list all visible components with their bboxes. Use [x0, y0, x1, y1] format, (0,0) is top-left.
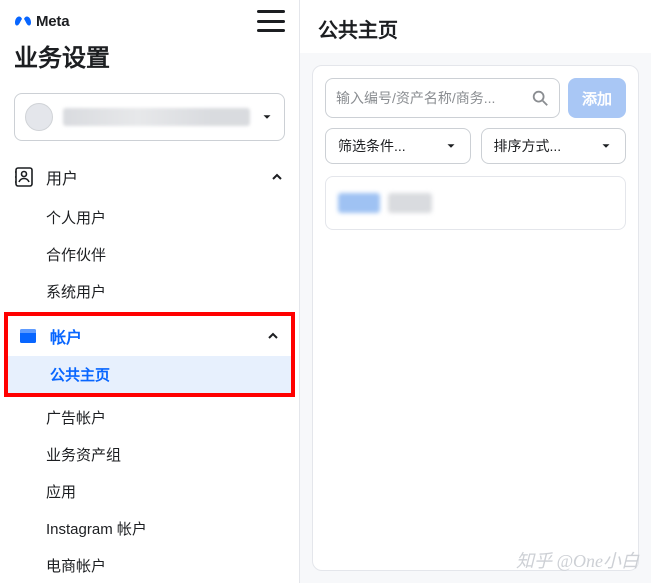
add-button[interactable]: 添加 [568, 78, 626, 118]
nav-item-apps[interactable]: 应用 [0, 473, 299, 510]
sidebar: Meta 业务设置 用户 个人用户 合作伙伴 系统用户 [0, 0, 300, 583]
list-item-thumb-redacted [338, 193, 380, 213]
avatar [25, 103, 53, 131]
search-box[interactable] [325, 78, 560, 118]
nav-item-ad-accounts[interactable]: 广告帐户 [0, 399, 299, 436]
main: 公共主页 添加 筛选条件... 排序方式... [300, 0, 651, 583]
menu-icon[interactable] [257, 10, 285, 32]
search-row: 添加 [325, 78, 626, 118]
section-label: 帐户 [50, 324, 253, 348]
filter-dropdown[interactable]: 筛选条件... [325, 128, 471, 164]
main-title: 公共主页 [318, 14, 633, 43]
nav-item-pages[interactable]: 公共主页 [8, 356, 291, 393]
caret-down-icon [260, 110, 274, 124]
nav-item-partners[interactable]: 合作伙伴 [0, 236, 299, 273]
highlight-annotation: 帐户 公共主页 [4, 312, 295, 397]
nav-section-users[interactable]: 用户 [0, 155, 299, 199]
brand-row: Meta [14, 10, 285, 32]
filter-row: 筛选条件... 排序方式... [325, 128, 626, 164]
nav-section-accounts[interactable]: 帐户 [8, 316, 291, 356]
nav-item-instagram[interactable]: Instagram 帐户 [0, 510, 299, 547]
page-title: 业务设置 [14, 38, 285, 73]
account-picker[interactable] [14, 93, 285, 141]
list-item[interactable] [325, 176, 626, 230]
chevron-up-icon [265, 328, 281, 344]
main-header: 公共主页 [300, 0, 651, 53]
sort-label: 排序方式... [494, 136, 562, 156]
users-icon [14, 166, 34, 188]
chevron-up-icon [269, 169, 285, 185]
sidebar-nav: 用户 个人用户 合作伙伴 系统用户 帐户 公共主页 广告帐户 业务资产组 应用 … [0, 155, 299, 583]
search-icon [531, 89, 549, 107]
nav-item-system-users[interactable]: 系统用户 [0, 273, 299, 310]
caret-down-icon [599, 139, 613, 153]
filter-label: 筛选条件... [338, 136, 406, 156]
section-label: 用户 [46, 165, 257, 189]
list-item-name-redacted [388, 193, 432, 213]
account-name-redacted [63, 108, 250, 126]
nav-item-commerce[interactable]: 电商帐户 [0, 547, 299, 583]
search-input[interactable] [336, 90, 531, 106]
sidebar-header: Meta 业务设置 [0, 0, 299, 93]
sort-dropdown[interactable]: 排序方式... [481, 128, 627, 164]
nav-item-asset-groups[interactable]: 业务资产组 [0, 436, 299, 473]
caret-down-icon [444, 139, 458, 153]
nav-item-personal-users[interactable]: 个人用户 [0, 199, 299, 236]
main-body: 添加 筛选条件... 排序方式... [300, 53, 651, 583]
meta-logo-icon [14, 12, 32, 30]
panel: 添加 筛选条件... 排序方式... [312, 65, 639, 571]
brand[interactable]: Meta [14, 12, 69, 30]
brand-name: Meta [36, 13, 69, 30]
accounts-icon [18, 325, 38, 347]
